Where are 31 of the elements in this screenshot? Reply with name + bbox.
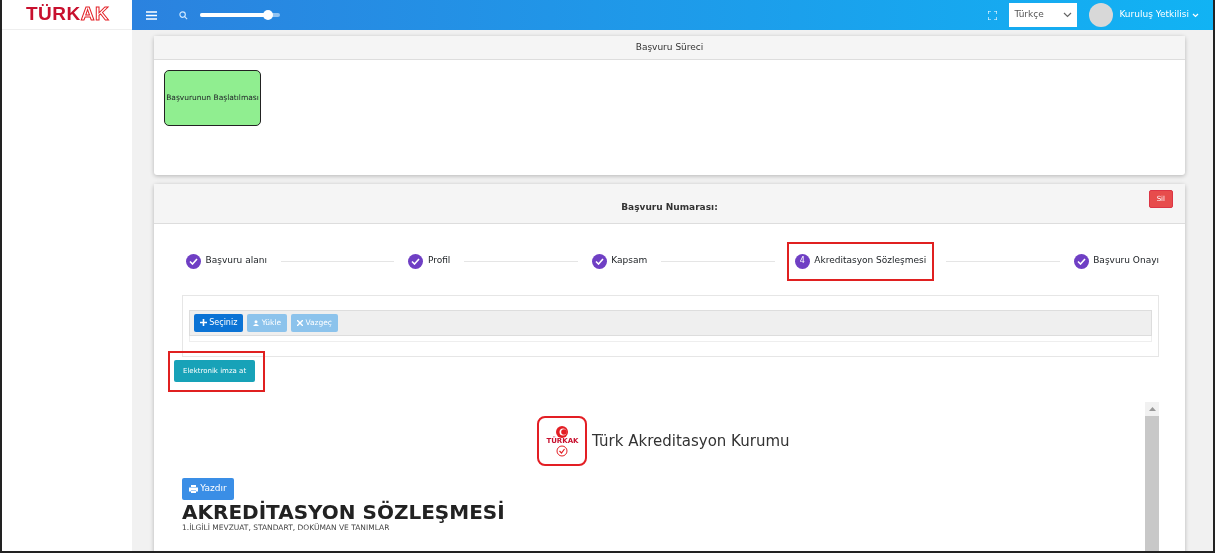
print-button[interactable]: Yazdır — [182, 478, 234, 500]
plus-icon — [200, 319, 207, 326]
slider-thumb[interactable] — [263, 10, 273, 20]
brand-logo[interactable]: TÜRKAK — [26, 0, 110, 29]
scrollbar[interactable] — [1145, 402, 1159, 551]
language-select[interactable]: Türkçe — [1009, 3, 1078, 27]
printer-icon — [189, 484, 198, 493]
close-icon — [297, 319, 304, 326]
chevron-down-icon[interactable] — [1192, 12, 1199, 18]
step-number: 4 — [794, 253, 810, 269]
user-avatar[interactable] — [1089, 3, 1114, 27]
card-title: Başvuru Numarası: — [621, 201, 718, 215]
scroll-up-icon[interactable] — [1148, 407, 1156, 411]
check-icon — [1073, 253, 1089, 269]
check-icon — [186, 253, 201, 269]
fullscreen-icon[interactable] — [988, 10, 998, 20]
wizard-step[interactable]: Başvuru Onayı — [1073, 243, 1159, 279]
user-icon — [253, 319, 260, 326]
check-icon — [591, 253, 607, 269]
menu-icon[interactable] — [146, 10, 157, 20]
organization-name: Türk Akreditasyon Kurumu — [591, 430, 790, 452]
card-title: Başvuru Süreci — [154, 36, 1185, 60]
wizard-step[interactable]: Profil — [408, 243, 451, 279]
search-icon[interactable] — [179, 10, 188, 20]
choose-button[interactable]: Seçiniz — [194, 313, 244, 332]
document-title: AKREDİTASYON SÖZLEŞMESİ — [182, 499, 506, 524]
wizard-step[interactable]: Başvuru alanı — [186, 243, 267, 279]
check-icon — [408, 253, 424, 269]
chevron-down-icon — [1063, 12, 1073, 18]
wizard-step[interactable]: 4 Akreditasyon Sözleşmesi — [788, 243, 933, 279]
wizard-step[interactable]: Kapsam — [591, 243, 648, 279]
